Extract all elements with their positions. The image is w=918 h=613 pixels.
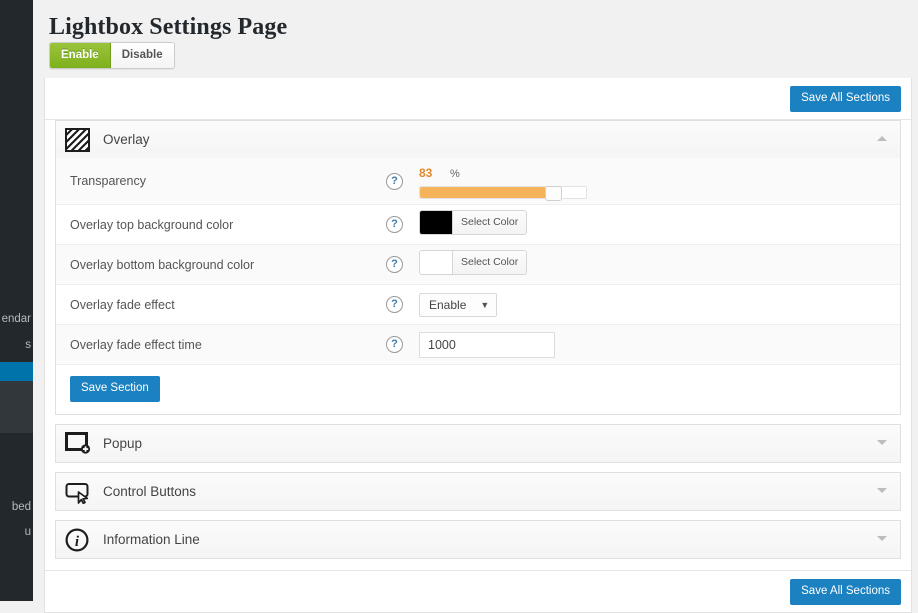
section-popup: Popup (55, 424, 901, 463)
section-title: Information Line (103, 532, 200, 548)
page-title: Lightbox Settings Page (42, 0, 918, 41)
field-label: Overlay bottom background color (70, 257, 386, 273)
help-icon[interactable]: ? (386, 216, 403, 233)
section-header-popup[interactable]: Popup (56, 425, 900, 462)
field-row-overlay-fade-effect: Overlay fade effect ? Enable ▼ (56, 285, 900, 325)
enable-button[interactable]: Enable (50, 43, 111, 68)
section-body-overlay: Transparency ? 83% (56, 158, 900, 414)
field-row-overlay-bottom-color: Overlay bottom background color ? Select… (56, 245, 900, 285)
section-header-overlay[interactable]: Overlay (56, 121, 900, 158)
section-overlay: Overlay Transparency ? 83% (55, 120, 901, 415)
overlay-fade-effect-time-input[interactable] (419, 332, 555, 358)
select-color-button[interactable]: Select Color (452, 211, 526, 234)
help-icon[interactable]: ? (386, 336, 403, 353)
panel-spacer (45, 559, 911, 570)
sidebar-item-label: u (25, 526, 31, 538)
color-swatch[interactable] (420, 211, 452, 234)
section-header-control-buttons[interactable]: Control Buttons (56, 473, 900, 510)
sidebar-item-calendar[interactable]: endar (0, 312, 33, 326)
slider-handle[interactable] (545, 186, 562, 201)
help-icon[interactable]: ? (386, 296, 403, 313)
chevron-down-icon[interactable] (877, 440, 887, 445)
disable-button[interactable]: Disable (111, 43, 174, 68)
settings-panel: Save All Sections Overlay Transparency ? (44, 78, 912, 613)
save-all-sections-button-top[interactable]: Save All Sections (790, 86, 901, 112)
select-value: Enable (429, 298, 466, 312)
sidebar-item-forms[interactable]: s (0, 338, 33, 352)
sidebar-item-embed[interactable]: bed (0, 500, 33, 514)
section-title: Popup (103, 436, 142, 452)
chevron-down-icon[interactable] (877, 536, 887, 541)
section-information-line: i Information Line (55, 520, 901, 559)
chevron-down-icon: ▼ (480, 300, 489, 310)
hatched-square-icon (65, 128, 91, 152)
panel-bottom-toolbar: Save All Sections (45, 570, 911, 612)
sidebar-item-current[interactable] (0, 362, 33, 382)
field-row-overlay-top-color: Overlay top background color ? Select Co… (56, 205, 900, 245)
slider-track[interactable] (419, 186, 587, 199)
section-header-information-line[interactable]: i Information Line (56, 521, 900, 558)
save-section-area: Save Section (56, 365, 900, 414)
field-label: Overlay fade effect (70, 297, 386, 313)
section-title: Control Buttons (103, 484, 196, 500)
transparency-slider[interactable]: 83% (419, 158, 900, 204)
color-picker-overlay-bottom[interactable]: Select Color (419, 250, 527, 275)
svg-text:i: i (75, 534, 80, 550)
page-content: Lightbox Settings Page Enable Disable Sa… (42, 0, 918, 601)
select-color-button[interactable]: Select Color (452, 251, 526, 274)
panel-top-toolbar: Save All Sections (45, 78, 911, 120)
field-row-transparency: Transparency ? 83% (56, 158, 900, 205)
info-circle-icon: i (65, 528, 91, 552)
sidebar-item-label: s (25, 339, 31, 351)
field-label: Overlay top background color (70, 217, 386, 233)
sidebar-edge-spacer (33, 0, 42, 601)
field-label: Overlay fade effect time (70, 337, 386, 353)
color-picker-overlay-top[interactable]: Select Color (419, 210, 527, 235)
sidebar-item-menu[interactable]: u (0, 525, 33, 539)
slider-unit: % (450, 168, 460, 180)
slider-value: 83 (419, 166, 441, 180)
popup-window-icon (65, 432, 91, 456)
sidebar-section-divider (0, 437, 33, 487)
overlay-fade-effect-select[interactable]: Enable ▼ (419, 293, 497, 317)
save-all-sections-button-bottom[interactable]: Save All Sections (790, 579, 901, 605)
help-icon[interactable]: ? (386, 173, 403, 190)
cursor-button-icon (65, 480, 91, 504)
field-row-overlay-fade-effect-time: Overlay fade effect time ? (56, 325, 900, 365)
sidebar-submenu-group (0, 381, 33, 433)
field-label: Transparency (70, 173, 386, 189)
section-title: Overlay (103, 132, 150, 148)
admin-sidebar: endar s bed u (0, 0, 33, 601)
save-section-button[interactable]: Save Section (70, 376, 160, 402)
sidebar-item-label: bed (12, 501, 31, 513)
enable-disable-toggle[interactable]: Enable Disable (49, 42, 175, 69)
help-icon[interactable]: ? (386, 256, 403, 273)
slider-fill (420, 187, 545, 198)
section-control-buttons: Control Buttons (55, 472, 901, 511)
chevron-down-icon[interactable] (877, 488, 887, 493)
sidebar-item-label: endar (2, 313, 31, 325)
color-swatch[interactable] (420, 251, 452, 274)
chevron-up-icon[interactable] (877, 136, 887, 141)
